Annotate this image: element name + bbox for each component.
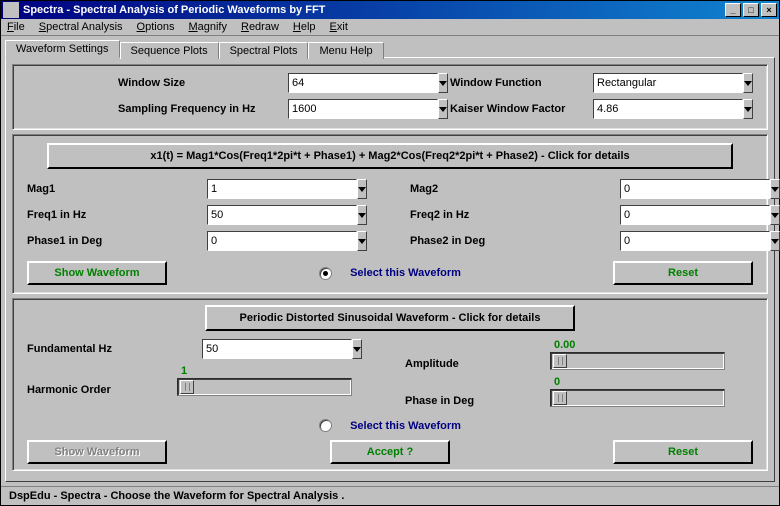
- mag2-combo[interactable]: [620, 179, 725, 199]
- harmonic-slider[interactable]: 1: [177, 365, 352, 396]
- select-waveform1-label: Select this Waveform: [350, 267, 461, 279]
- window-size-combo[interactable]: [288, 73, 438, 93]
- tabbar: Waveform Settings Sequence Plots Spectra…: [5, 40, 775, 57]
- dropdown-icon[interactable]: [352, 339, 362, 359]
- show-waveform2-button[interactable]: Show Waveform: [27, 440, 167, 464]
- freq1-label: Freq1 in Hz: [27, 209, 207, 221]
- show-waveform1-button[interactable]: Show Waveform: [27, 261, 167, 285]
- window-function-input[interactable]: [593, 73, 743, 93]
- select-waveform1-radio[interactable]: [319, 267, 332, 280]
- window-size-label: Window Size: [23, 77, 288, 89]
- tab-spectral-plots[interactable]: Spectral Plots: [219, 42, 309, 59]
- freq1-combo[interactable]: [207, 205, 312, 225]
- kaiser-label: Kaiser Window Factor: [438, 103, 593, 115]
- tab-menu-help[interactable]: Menu Help: [308, 42, 383, 59]
- mag1-input[interactable]: [207, 179, 357, 199]
- tab-sequence-plots[interactable]: Sequence Plots: [120, 42, 219, 59]
- harmonic-label: Harmonic Order: [27, 384, 177, 396]
- menu-options[interactable]: Options: [137, 21, 175, 33]
- titlebar: Spectra - Spectral Analysis of Periodic …: [1, 1, 779, 19]
- menu-spectral-analysis[interactable]: Spectral Analysis: [39, 21, 123, 33]
- amplitude-label: Amplitude: [405, 358, 550, 370]
- tab-waveform-settings[interactable]: Waveform Settings: [5, 40, 120, 58]
- dropdown-icon[interactable]: [770, 231, 780, 251]
- sampling-freq-label: Sampling Frequency in Hz: [23, 103, 288, 115]
- fundamental-input[interactable]: [202, 339, 352, 359]
- formula-button[interactable]: x1(t) = Mag1*Cos(Freq1*2pi*t + Phase1) +…: [47, 143, 733, 169]
- phase1-label: Phase1 in Deg: [27, 235, 207, 247]
- window-function-combo[interactable]: [593, 73, 743, 93]
- phase-value: 0: [550, 376, 725, 388]
- kaiser-combo[interactable]: [593, 99, 743, 119]
- kaiser-input[interactable]: [593, 99, 743, 119]
- window-title: Spectra - Spectral Analysis of Periodic …: [23, 4, 725, 16]
- close-button[interactable]: ×: [761, 3, 777, 17]
- freq2-combo[interactable]: [620, 205, 725, 225]
- dropdown-icon[interactable]: [357, 205, 367, 225]
- app-icon: [3, 2, 19, 18]
- menu-magnify[interactable]: Magnify: [188, 21, 227, 33]
- menu-file[interactable]: File: [7, 21, 25, 33]
- mag1-label: Mag1: [27, 183, 207, 195]
- harmonic-value: 1: [177, 365, 352, 377]
- dropdown-icon[interactable]: [770, 205, 780, 225]
- reset2-button[interactable]: Reset: [613, 440, 753, 464]
- window-function-label: Window Function: [438, 77, 593, 89]
- freq2-input[interactable]: [620, 205, 770, 225]
- amplitude-slider[interactable]: 0.00: [550, 339, 725, 370]
- accept-button[interactable]: Accept ?: [330, 440, 450, 464]
- amplitude-value: 0.00: [550, 339, 725, 351]
- sampling-freq-input[interactable]: [288, 99, 438, 119]
- mag2-label: Mag2: [410, 183, 620, 195]
- menubar: File Spectral Analysis Options Magnify R…: [1, 19, 779, 36]
- params-panel: Window Size Window Function Sampling Fre…: [12, 64, 768, 130]
- fundamental-combo[interactable]: [202, 339, 322, 359]
- maximize-button[interactable]: □: [743, 3, 759, 17]
- menu-help[interactable]: Help: [293, 21, 316, 33]
- dropdown-icon[interactable]: [357, 231, 367, 251]
- phase2-input[interactable]: [620, 231, 770, 251]
- select-waveform2-label: Select this Waveform: [350, 420, 461, 432]
- slider-thumb[interactable]: [553, 354, 567, 368]
- phase1-combo[interactable]: [207, 231, 312, 251]
- statusbar: DspEdu - Spectra - Choose the Waveform f…: [1, 486, 779, 505]
- phase2-combo[interactable]: [620, 231, 725, 251]
- minimize-button[interactable]: _: [725, 3, 741, 17]
- dropdown-icon[interactable]: [770, 179, 780, 199]
- freq1-input[interactable]: [207, 205, 357, 225]
- tab-content: Window Size Window Function Sampling Fre…: [5, 57, 775, 482]
- dropdown-icon[interactable]: [743, 73, 753, 93]
- freq2-label: Freq2 in Hz: [410, 209, 620, 221]
- phasedeg-label: Phase in Deg: [405, 395, 550, 407]
- fundamental-label: Fundamental Hz: [27, 343, 202, 355]
- mag2-input[interactable]: [620, 179, 770, 199]
- waveform2-panel: Periodic Distorted Sinusoidal Waveform -…: [12, 298, 768, 471]
- phase-slider[interactable]: 0: [550, 376, 725, 407]
- mag1-combo[interactable]: [207, 179, 312, 199]
- select-waveform2-radio[interactable]: [319, 419, 332, 432]
- sampling-freq-combo[interactable]: [288, 99, 438, 119]
- reset1-button[interactable]: Reset: [613, 261, 753, 285]
- dropdown-icon[interactable]: [357, 179, 367, 199]
- slider-thumb[interactable]: [180, 380, 194, 394]
- slider-thumb[interactable]: [553, 391, 567, 405]
- window-size-input[interactable]: [288, 73, 438, 93]
- menu-exit[interactable]: Exit: [330, 21, 348, 33]
- distorted-header-button[interactable]: Periodic Distorted Sinusoidal Waveform -…: [205, 305, 575, 331]
- menu-redraw[interactable]: Redraw: [241, 21, 279, 33]
- phase1-input[interactable]: [207, 231, 357, 251]
- phase2-label: Phase2 in Deg: [410, 235, 620, 247]
- dropdown-icon[interactable]: [743, 99, 753, 119]
- waveform1-panel: x1(t) = Mag1*Cos(Freq1*2pi*t + Phase1) +…: [12, 134, 768, 294]
- app-window: Spectra - Spectral Analysis of Periodic …: [0, 0, 780, 506]
